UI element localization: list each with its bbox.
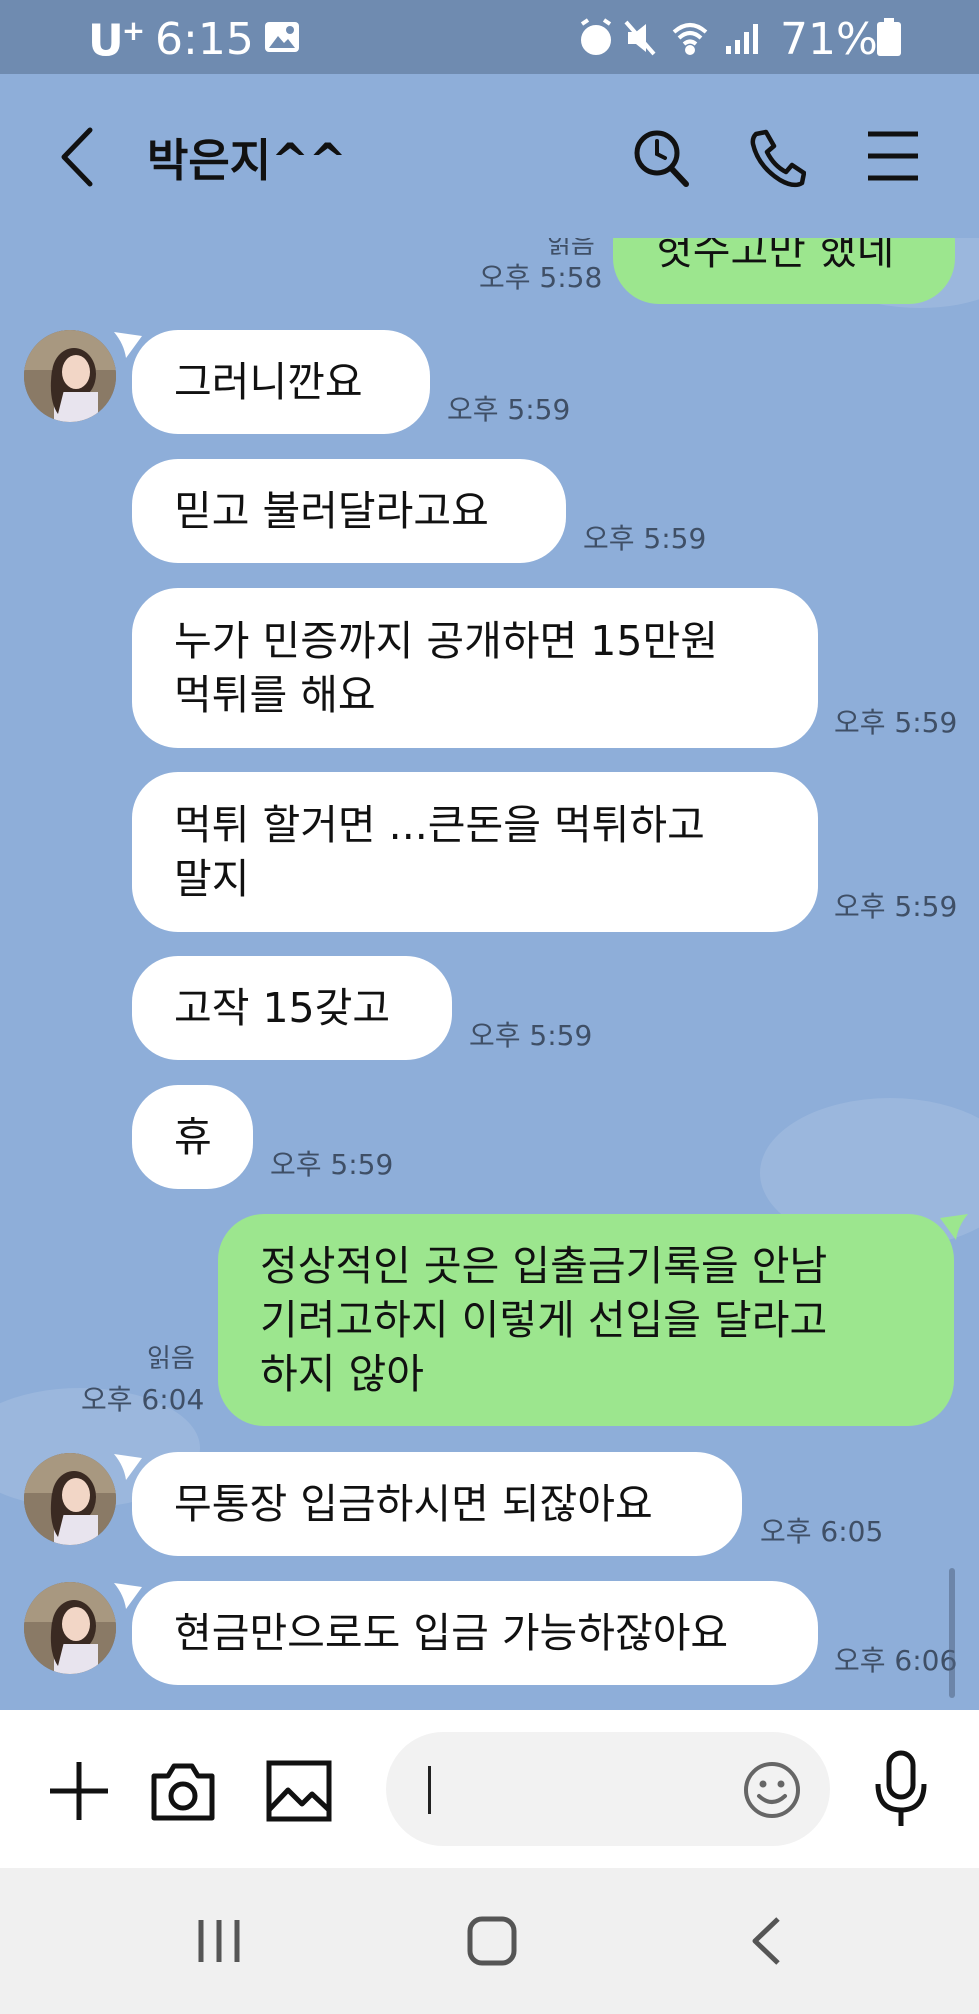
battery-percentage: 71% — [780, 14, 878, 65]
menu-icon[interactable] — [866, 130, 920, 182]
system-status-icons — [580, 18, 758, 56]
message-text: 헛수고만 했네 — [655, 238, 895, 274]
image-icon[interactable] — [266, 1760, 332, 1822]
message-text: 누가 민증까지 공개하면 15만원 먹튀를 해요 — [174, 617, 718, 719]
message-input[interactable] — [386, 1732, 830, 1846]
incoming-message[interactable]: 고작 15갖고 — [132, 956, 452, 1060]
message-text: 믿고 불러달라고요 — [174, 487, 489, 535]
message-text: 먹튀 할거면 ...큰돈을 먹튀하고 말지 — [174, 801, 705, 903]
carrier-label: U+ — [88, 14, 145, 67]
contact-name[interactable]: 박은지^^ — [147, 124, 347, 189]
outgoing-message[interactable]: 헛수고만 했네 — [613, 238, 955, 304]
text-caret — [428, 1766, 431, 1814]
message-text: 정상적인 곳은 입출금기록을 안남기려고하지 이렇게 선입을 달라고 하지 않아 — [260, 1242, 828, 1398]
status-time: 6:15 — [155, 14, 254, 65]
emoji-icon[interactable] — [742, 1760, 802, 1820]
bubble-tail — [940, 1214, 968, 1240]
message-time: 오후 5:59 — [447, 393, 571, 426]
recent-apps-icon[interactable] — [195, 1918, 243, 1964]
incoming-message[interactable]: 무통장 입금하시면 되잖아요 — [132, 1452, 742, 1556]
wifi-icon — [672, 23, 708, 55]
message-text: 고작 15갖고 — [174, 984, 391, 1032]
home-icon[interactable] — [467, 1916, 517, 1966]
contact-avatar[interactable] — [24, 330, 116, 422]
message-time: 오후 5:59 — [583, 522, 707, 555]
message-time: 오후 5:59 — [469, 1019, 593, 1052]
phone-icon[interactable] — [748, 128, 806, 188]
incoming-message[interactable]: 휴 — [132, 1085, 253, 1189]
message-time: 오후 6:04 — [81, 1383, 205, 1416]
camera-icon[interactable] — [150, 1760, 216, 1822]
incoming-message[interactable]: 믿고 불러달라고요 — [132, 459, 566, 563]
outgoing-message[interactable]: 정상적인 곳은 입출금기록을 안남기려고하지 이렇게 선입을 달라고 하지 않아 — [218, 1214, 954, 1426]
alarm-icon — [580, 18, 612, 55]
plus-icon[interactable] — [48, 1760, 110, 1822]
battery-icon — [877, 18, 901, 56]
message-text: 현금만으로도 입금 가능하잖아요 — [174, 1609, 729, 1657]
incoming-message[interactable]: 그러니깐요 — [132, 330, 430, 434]
chat-area[interactable]: 헛수고만 했네 읽음 오후 5:58 그러니깐요 오후 5:59 믿고 불러달라… — [0, 238, 979, 1710]
back-icon[interactable] — [750, 1916, 782, 1966]
system-navigation-bar — [0, 1868, 979, 2014]
message-time: 오후 5:58 — [479, 261, 603, 294]
message-time: 오후 6:06 — [834, 1644, 958, 1677]
contact-avatar[interactable] — [24, 1453, 116, 1545]
message-time: 오후 5:59 — [270, 1148, 394, 1181]
message-time: 오후 5:59 — [834, 890, 958, 923]
incoming-message[interactable]: 누가 민증까지 공개하면 15만원 먹튀를 해요 — [132, 588, 818, 748]
status-bar: U+ 6:15 71% — [0, 0, 979, 74]
message-input-bar — [0, 1710, 979, 1868]
chat-header: 박은지^^ — [0, 74, 979, 244]
incoming-message[interactable]: 먹튀 할거면 ...큰돈을 먹튀하고 말지 — [132, 772, 818, 932]
read-receipt: 읽음 — [147, 1344, 195, 1374]
mic-icon[interactable] — [874, 1750, 928, 1830]
message-text: 무통장 입금하시면 되잖아요 — [174, 1480, 653, 1528]
mute-icon — [624, 20, 656, 56]
chat-scrollbar[interactable] — [949, 1568, 955, 1698]
message-time: 오후 5:59 — [834, 706, 958, 739]
search-icon[interactable] — [632, 128, 690, 188]
signal-icon — [726, 24, 758, 54]
message-text: 휴 — [174, 1113, 212, 1161]
back-arrow-icon[interactable] — [58, 126, 98, 188]
incoming-message[interactable]: 현금만으로도 입금 가능하잖아요 — [132, 1581, 818, 1685]
message-text: 그러니깐요 — [174, 358, 363, 406]
contact-avatar[interactable] — [24, 1582, 116, 1674]
gallery-notification-icon — [265, 22, 299, 52]
message-time: 오후 6:05 — [760, 1515, 884, 1548]
